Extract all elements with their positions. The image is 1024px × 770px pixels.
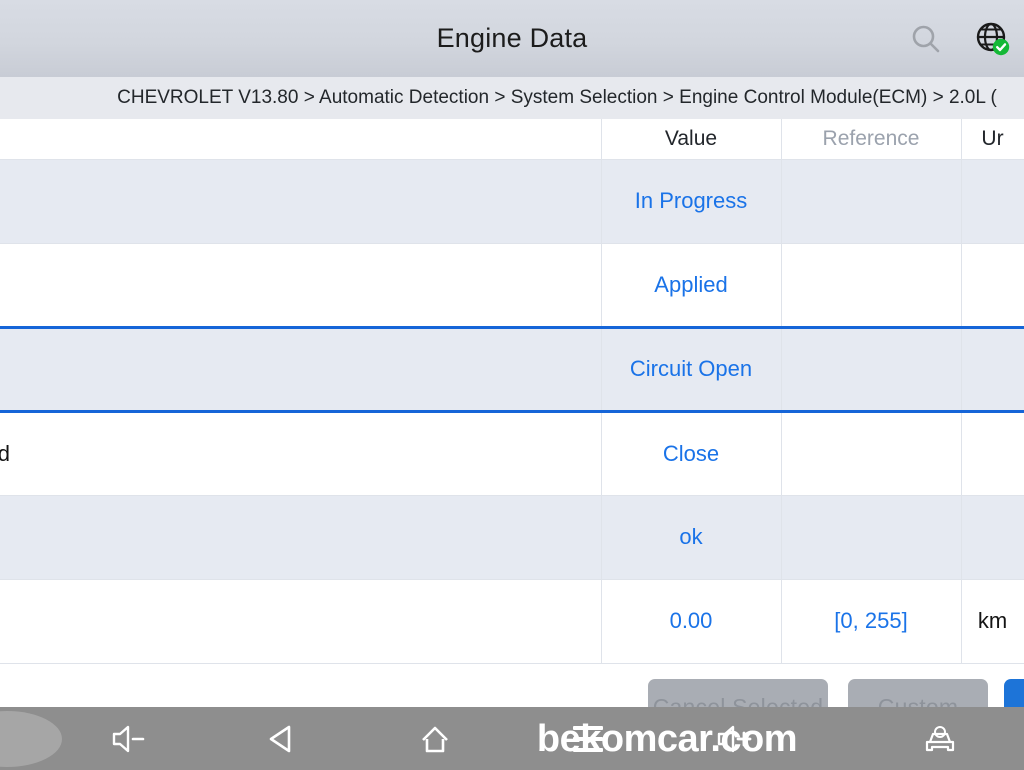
row-reference: [781, 159, 962, 244]
engine-data-table: Value Reference Ur Current GearIn Progre…: [0, 119, 1024, 664]
back-triangle-icon: [269, 725, 291, 752]
action-button-bar: Cancel Selected Custom: [0, 679, 1024, 735]
column-header-unit[interactable]: Ur: [961, 119, 1024, 160]
android-navigation-bar: [0, 707, 1024, 770]
page-title: Engine Data: [436, 23, 588, 53]
row-reference: [0, 255]: [781, 579, 962, 664]
car-screenshot-icon: [925, 725, 955, 751]
row-parameter-name: Vehicle Speed Sensor: [0, 579, 602, 664]
row-value: 0.00: [601, 579, 782, 664]
column-header-name[interactable]: [0, 119, 602, 160]
column-header-value[interactable]: Value: [601, 119, 782, 160]
table-header: Value Reference Ur: [0, 119, 1024, 160]
row-unit: [961, 411, 1024, 496]
row-reference: [781, 411, 962, 496]
column-header-reference[interactable]: Reference: [781, 119, 962, 160]
breadcrumb[interactable]: CHEVROLET V13.80 > Automatic Detection >…: [0, 77, 1024, 119]
table-row[interactable]: Brake Pedal Postion Circuit SignalCircui…: [0, 325, 1024, 413]
row-parameter-name: Current Gear: [0, 159, 602, 244]
back-button[interactable]: [248, 707, 318, 770]
language-globe-button[interactable]: [968, 15, 1016, 63]
search-icon: [912, 25, 940, 52]
row-unit: [961, 495, 1024, 580]
row-value: In Progress: [601, 159, 782, 244]
volume-down-button[interactable]: [95, 707, 165, 770]
engine-data-table-area[interactable]: Value Reference Ur Current GearIn Progre…: [0, 119, 1024, 679]
title-bar-actions: [902, 0, 1024, 77]
row-value: Close: [601, 411, 782, 496]
hamburger-menu-icon: [573, 725, 603, 752]
row-value: Circuit Open: [601, 325, 782, 413]
row-value: ok: [601, 495, 782, 580]
row-unit: [961, 325, 1024, 413]
menu-button[interactable]: [553, 707, 623, 770]
table-header-row: Value Reference Ur: [0, 119, 1024, 160]
volume-up-button[interactable]: [702, 707, 772, 770]
home-icon: [422, 726, 448, 752]
table-row[interactable]: A/C/Cruise Control Brake Pedal SwitchApp…: [0, 243, 1024, 328]
nav-touch-ripple: [0, 711, 62, 767]
row-reference: [781, 325, 962, 413]
table-row[interactable]: Vehicle Speed Sensor0.00[0, 255]km: [0, 579, 1024, 664]
home-button[interactable]: [400, 707, 470, 770]
volume-down-icon: [112, 725, 145, 752]
volume-up-icon: [717, 725, 752, 752]
row-parameter-name: Brake Pedal Postion Circuit Signal: [0, 325, 602, 413]
row-reference: [781, 243, 962, 328]
row-unit: [961, 243, 1024, 328]
breadcrumb-text: CHEVROLET V13.80 > Automatic Detection >…: [117, 87, 997, 108]
row-parameter-name: Engine Oil Pressure Switch: [0, 495, 602, 580]
search-button[interactable]: [902, 15, 950, 63]
row-parameter-name: A/C Compressor Clutch Relay Command: [0, 411, 602, 496]
table-row[interactable]: Engine Oil Pressure Switchok: [0, 495, 1024, 580]
globe-verified-icon: [976, 22, 1010, 55]
table-row[interactable]: A/C Compressor Clutch Relay CommandClose: [0, 411, 1024, 496]
table-row[interactable]: Current GearIn Progress: [0, 159, 1024, 244]
diagnostic-app-window: Engine Data CHEVROLET V13.80 > Automatic…: [0, 0, 1024, 770]
row-reference: [781, 495, 962, 580]
row-unit: [961, 159, 1024, 244]
row-unit: km: [961, 579, 1024, 664]
screenshot-button[interactable]: [905, 707, 975, 770]
title-bar: Engine Data: [0, 0, 1024, 77]
table-body: Current GearIn ProgressA/C/Cruise Contro…: [0, 159, 1024, 664]
row-parameter-name: A/C/Cruise Control Brake Pedal Switch: [0, 243, 602, 328]
row-value: Applied: [601, 243, 782, 328]
